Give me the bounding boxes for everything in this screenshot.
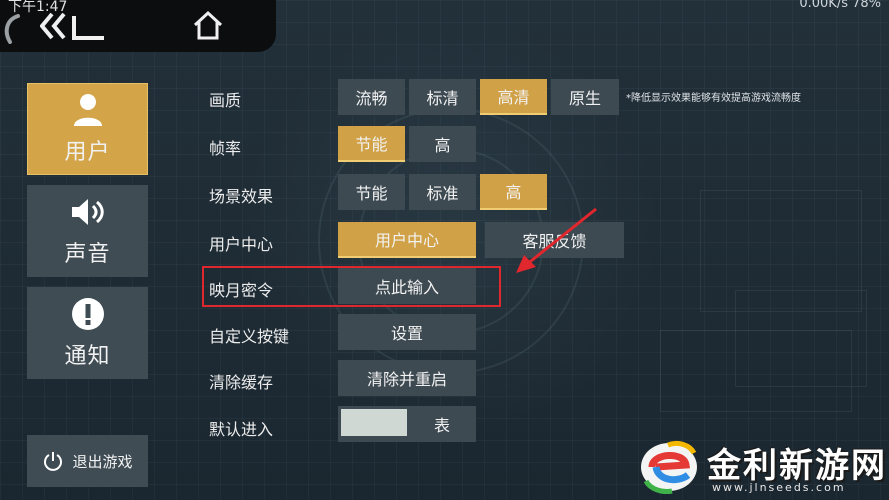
- scene-option-eco[interactable]: 节能: [338, 174, 405, 210]
- watermark-logo-icon: [641, 440, 697, 494]
- edge-gesture-icon[interactable]: [2, 14, 22, 44]
- clear-cache-button[interactable]: 清除并重启: [338, 360, 476, 396]
- nav-notice[interactable]: 通知: [27, 287, 148, 379]
- default-entry-label: 默认进入: [209, 420, 274, 439]
- quality-label: 画质: [209, 91, 242, 110]
- watermark-name: 金利新游网: [707, 446, 887, 486]
- framerate-option-high[interactable]: 高: [409, 126, 476, 162]
- status-time: 下午1:47: [8, 0, 68, 15]
- quality-option-smooth[interactable]: 流畅: [338, 79, 405, 115]
- nav-user-label: 用户: [64, 140, 111, 165]
- clear-cache-label: 清除缓存: [209, 373, 274, 392]
- scene-option-standard[interactable]: 标准: [409, 174, 476, 210]
- speaker-icon: [70, 194, 106, 230]
- nav-sound-label: 声音: [64, 242, 111, 267]
- user-icon: [70, 92, 106, 128]
- custom-keys-label: 自定义按键: [209, 327, 290, 346]
- framerate-label: 帧率: [209, 139, 242, 158]
- framerate-option-eco[interactable]: 节能: [338, 126, 405, 162]
- user-center-button[interactable]: 用户中心: [338, 222, 476, 258]
- quality-option-sd[interactable]: 标清: [409, 79, 476, 115]
- home-icon[interactable]: [192, 10, 224, 40]
- nav-user[interactable]: 用户: [27, 83, 148, 175]
- exclamation-icon: [70, 296, 106, 332]
- exit-game-button[interactable]: 退出游戏: [27, 435, 148, 487]
- scene-label: 场景效果: [209, 187, 274, 206]
- annotation-arrow: [516, 207, 597, 273]
- quality-option-hd[interactable]: 高清: [480, 79, 547, 115]
- highlight-box: [202, 266, 501, 307]
- quality-option-native[interactable]: 原生: [551, 79, 619, 115]
- back-icon[interactable]: [40, 12, 106, 40]
- custom-keys-button[interactable]: 设置: [338, 314, 476, 350]
- default-entry-option: 表: [433, 416, 450, 435]
- power-icon: [42, 450, 64, 472]
- watermark-url: www.jlnseeds.com: [712, 481, 846, 494]
- background-panel: [660, 330, 852, 412]
- quality-note: *降低显示效果能够有效提高游戏流畅度: [626, 93, 801, 104]
- nav-notice-label: 通知: [64, 344, 111, 369]
- exit-game-label: 退出游戏: [72, 452, 133, 471]
- nav-sound[interactable]: 声音: [27, 185, 148, 277]
- status-indicators: 0.00K/s 78%: [799, 0, 881, 11]
- default-entry-swatch[interactable]: [341, 409, 407, 436]
- user-center-label: 用户中心: [209, 235, 274, 254]
